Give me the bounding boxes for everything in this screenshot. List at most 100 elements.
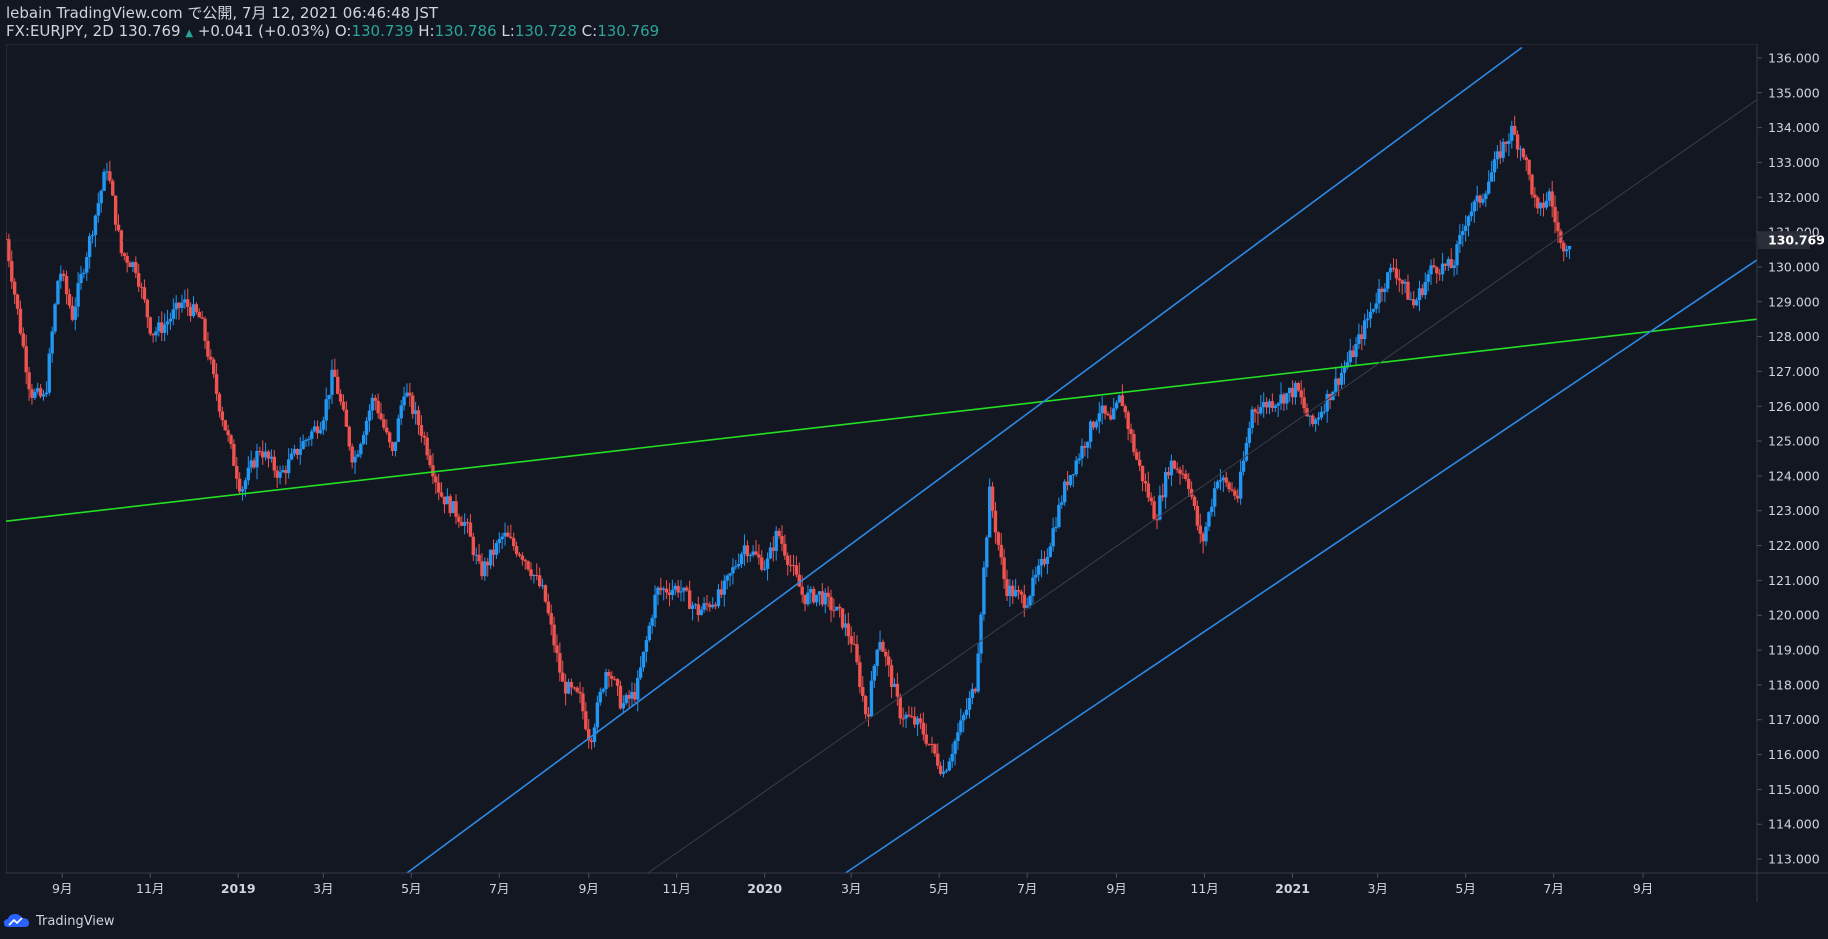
candle-body-down bbox=[685, 587, 689, 591]
candle-body-down bbox=[1527, 160, 1531, 175]
candle-body-down bbox=[1016, 590, 1021, 592]
price-axis[interactable]: 113.000 114.000 115.000 116.000 117.000 118.0… bbox=[1757, 50, 1825, 867]
candle-body-down bbox=[575, 687, 579, 692]
candle-body-down bbox=[122, 253, 126, 256]
candle-body-down bbox=[858, 662, 862, 687]
candle-body-down bbox=[186, 299, 190, 307]
candle-body-up bbox=[1414, 300, 1419, 306]
candle-body-up bbox=[1374, 303, 1378, 309]
price-tick-label: 135.000 bbox=[1768, 85, 1820, 100]
candle-body-up bbox=[50, 331, 54, 354]
last-price-label: 130.769 bbox=[1768, 233, 1825, 248]
candle-body-down bbox=[705, 603, 709, 605]
candle-body-down bbox=[344, 409, 349, 427]
candle-body-down bbox=[1299, 390, 1303, 398]
candle-body-up bbox=[304, 439, 308, 442]
price-chart[interactable]: 113.000 114.000 115.000 116.000 117.000 118.0… bbox=[6, 44, 1828, 902]
candle-body-up bbox=[99, 190, 103, 204]
candle-body-down bbox=[24, 346, 28, 373]
price-tick-label: 125.000 bbox=[1768, 434, 1820, 449]
candle-body-down bbox=[376, 400, 380, 414]
candle-body-up bbox=[875, 649, 879, 666]
candle-body-up bbox=[670, 589, 675, 596]
candle-body-up bbox=[396, 418, 401, 442]
time-axis[interactable]: 9月 11月 2019 3月 5月 7月 9月 11月 2020 3月 5月 7月 9月 11月 2021 3… bbox=[52, 873, 1653, 896]
symbol-label[interactable]: FX:EURJPY, 2D bbox=[6, 22, 114, 40]
candle-body-down bbox=[887, 656, 891, 666]
candle-body-up bbox=[1086, 441, 1090, 448]
candle-body-up bbox=[1163, 471, 1168, 498]
candle-body-down bbox=[373, 397, 377, 401]
candle-body-up bbox=[1466, 216, 1471, 226]
price-tick-label: 122.000 bbox=[1768, 538, 1820, 553]
candle-body-down bbox=[881, 642, 885, 652]
candle-body-up bbox=[1080, 445, 1084, 459]
price-tick-label: 123.000 bbox=[1768, 503, 1820, 518]
candle-body-up bbox=[1487, 181, 1491, 194]
candle-body-up bbox=[1048, 546, 1052, 557]
candle-body-down bbox=[757, 554, 761, 558]
candle-body-down bbox=[382, 419, 386, 428]
candle-body-up bbox=[90, 235, 95, 237]
candle-body-down bbox=[1192, 496, 1197, 506]
candle-body-down bbox=[523, 559, 527, 562]
candle-body-down bbox=[907, 714, 911, 717]
candle-body-down bbox=[581, 693, 585, 712]
candle-body-down bbox=[924, 734, 928, 744]
candle-body-up bbox=[359, 443, 363, 455]
candle-body-up bbox=[762, 568, 767, 570]
candle-body-down bbox=[520, 555, 525, 560]
candle-body-up bbox=[1112, 408, 1116, 420]
candle-body-up bbox=[1342, 367, 1347, 373]
candle-body-up bbox=[79, 273, 83, 284]
candle-body-up bbox=[1484, 193, 1488, 200]
candle-body-up bbox=[1489, 172, 1494, 182]
candle-body-down bbox=[797, 574, 801, 587]
candle-body-down bbox=[918, 718, 923, 723]
candle-body-down bbox=[223, 420, 227, 431]
candle-body-down bbox=[800, 586, 804, 595]
candle-body-down bbox=[999, 544, 1003, 558]
candle-body-up bbox=[1057, 504, 1061, 527]
up-arrow-icon: ▲ bbox=[185, 28, 194, 39]
candle-body-down bbox=[1432, 265, 1436, 268]
candle-body-down bbox=[549, 613, 553, 625]
candle-body-down bbox=[569, 681, 574, 688]
tradingview-branding[interactable]: TradingView bbox=[4, 909, 115, 933]
open-value: 130.739 bbox=[351, 22, 414, 40]
candle-body-down bbox=[754, 551, 758, 555]
candle-body-down bbox=[27, 372, 31, 390]
candle-body-up bbox=[362, 434, 366, 444]
candle-body-up bbox=[402, 396, 406, 406]
candle-body-up bbox=[1564, 249, 1569, 252]
candle-body-up bbox=[1319, 411, 1324, 418]
candle-body-down bbox=[148, 317, 152, 334]
candle-body-up bbox=[307, 438, 311, 440]
candle-body-up bbox=[1114, 402, 1119, 409]
candle-body-down bbox=[15, 294, 20, 309]
candle-body-down bbox=[347, 426, 351, 447]
candle-body-up bbox=[1204, 526, 1208, 542]
candle-body-down bbox=[615, 679, 620, 686]
chart-header: lebain TradingView.com で公開, 7月 12, 2021 … bbox=[6, 4, 1828, 40]
candle-body-up bbox=[1383, 288, 1387, 292]
candle-body-down bbox=[108, 171, 112, 181]
candle-body-up bbox=[168, 318, 173, 322]
candle-body-down bbox=[855, 644, 859, 663]
price-tick-label: 129.000 bbox=[1768, 294, 1820, 309]
candle-body-up bbox=[1362, 320, 1367, 340]
candle-body-up bbox=[638, 667, 643, 678]
candle-body-up bbox=[500, 536, 504, 540]
brand-name: TradingView bbox=[36, 913, 115, 929]
time-tick-label: 7月 bbox=[1017, 881, 1037, 896]
candle-body-down bbox=[12, 281, 17, 295]
price-tick-label: 116.000 bbox=[1768, 747, 1820, 762]
candle-body-down bbox=[1302, 397, 1306, 409]
candle-body-up bbox=[872, 665, 876, 681]
price-tick-label: 127.000 bbox=[1768, 364, 1820, 379]
candle-body-down bbox=[1435, 267, 1439, 274]
candle-body-down bbox=[67, 294, 72, 306]
candle-body-up bbox=[356, 454, 360, 457]
candle-body-down bbox=[1512, 125, 1517, 135]
time-tick-label: 7月 bbox=[489, 881, 509, 896]
